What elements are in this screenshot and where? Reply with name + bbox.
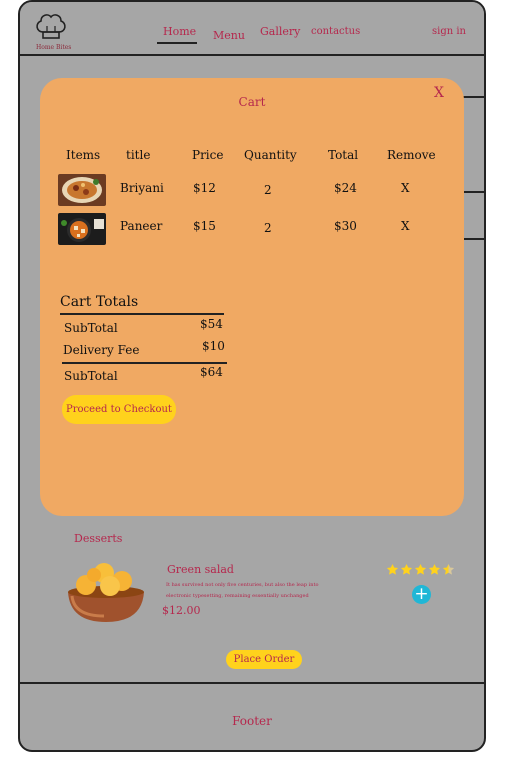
cart-modal: Cart X Items title Price Quantity Total … (40, 78, 464, 516)
section-title: Desserts (74, 532, 123, 545)
header-title: title (126, 148, 151, 162)
item-quantity: 2 (264, 221, 272, 235)
dish-description: It has survived not only five centuries,… (166, 582, 319, 599)
header-remove: Remove (387, 148, 436, 162)
subtotal-label: SubTotal (64, 321, 118, 335)
add-to-cart-button[interactable]: + (412, 585, 431, 604)
subtotal-value: $54 (200, 317, 223, 331)
header-items: Items (66, 148, 101, 162)
item-price: $12 (193, 181, 216, 195)
total-label: SubTotal (64, 369, 118, 383)
item-thumbnail (58, 174, 106, 206)
logo[interactable]: Home Bites (32, 12, 72, 51)
item-thumbnail (58, 213, 106, 245)
divider (60, 313, 224, 315)
total-value: $64 (200, 365, 223, 379)
star-icon (386, 561, 399, 580)
item-title: Paneer (120, 219, 163, 233)
star-icon (414, 561, 427, 580)
header-quantity: Quantity (244, 148, 297, 162)
item-total: $24 (334, 181, 357, 195)
header-price: Price (192, 148, 224, 162)
proceed-to-checkout-button[interactable]: Proceed to Checkout (62, 395, 176, 424)
item-title: Briyani (120, 181, 164, 195)
remove-item-button[interactable]: X (401, 219, 410, 233)
nav-home-link[interactable]: Home (163, 25, 196, 38)
footer-text: Footer (232, 714, 272, 728)
remove-item-button[interactable]: X (401, 181, 410, 195)
item-price: $15 (193, 219, 216, 233)
close-cart-button[interactable]: X (434, 85, 444, 101)
nav-menu-link[interactable]: Menu (213, 29, 245, 42)
footer: Footer (20, 682, 484, 750)
active-nav-underline (157, 42, 197, 44)
cart-title: Cart (238, 95, 266, 109)
item-quantity: 2 (264, 183, 272, 197)
divider (62, 362, 227, 364)
dish-price: $12.00 (162, 604, 201, 617)
cart-totals-heading: Cart Totals (60, 294, 139, 310)
star-icon (400, 561, 413, 580)
item-total: $30 (334, 219, 357, 233)
brand-name: Home Bites (36, 44, 72, 51)
header-total: Total (328, 148, 359, 162)
nav-gallery-link[interactable]: Gallery (260, 25, 300, 38)
dish-name: Green salad (167, 563, 234, 576)
nav-contactus-link[interactable]: contactus (311, 26, 360, 37)
chef-hat-icon (32, 12, 72, 40)
delivery-fee-value: $10 (202, 339, 225, 353)
dish-image (64, 558, 148, 624)
sign-in-link[interactable]: sign in (432, 26, 466, 37)
rating-stars (386, 561, 455, 580)
delivery-fee-label: Delivery Fee (63, 343, 140, 357)
navbar: Home Bites Home Menu Gallery contactus s… (20, 2, 484, 56)
half-star-icon (442, 561, 455, 580)
star-icon (428, 561, 441, 580)
place-order-button[interactable]: Place Order (226, 650, 302, 669)
